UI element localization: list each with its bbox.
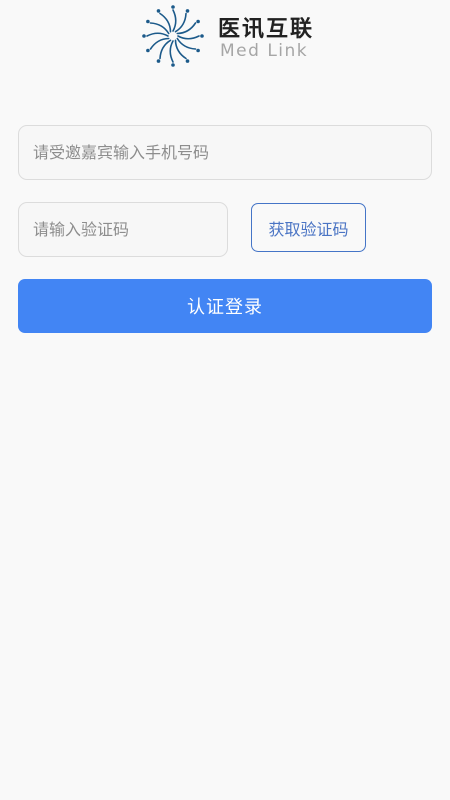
app-subtitle: Med Link <box>220 41 309 61</box>
app-logo: 医讯互联 Med Link <box>140 3 320 69</box>
app-title: 医讯互联 <box>218 17 315 42</box>
phone-field[interactable] <box>18 125 432 180</box>
get-code-button[interactable]: 获取验证码 <box>251 203 366 252</box>
phone-input[interactable] <box>31 142 431 163</box>
starburst-logo-icon <box>142 5 204 67</box>
verification-code-input[interactable] <box>31 219 227 240</box>
login-button[interactable]: 认证登录 <box>18 279 432 333</box>
code-field[interactable] <box>18 202 228 257</box>
